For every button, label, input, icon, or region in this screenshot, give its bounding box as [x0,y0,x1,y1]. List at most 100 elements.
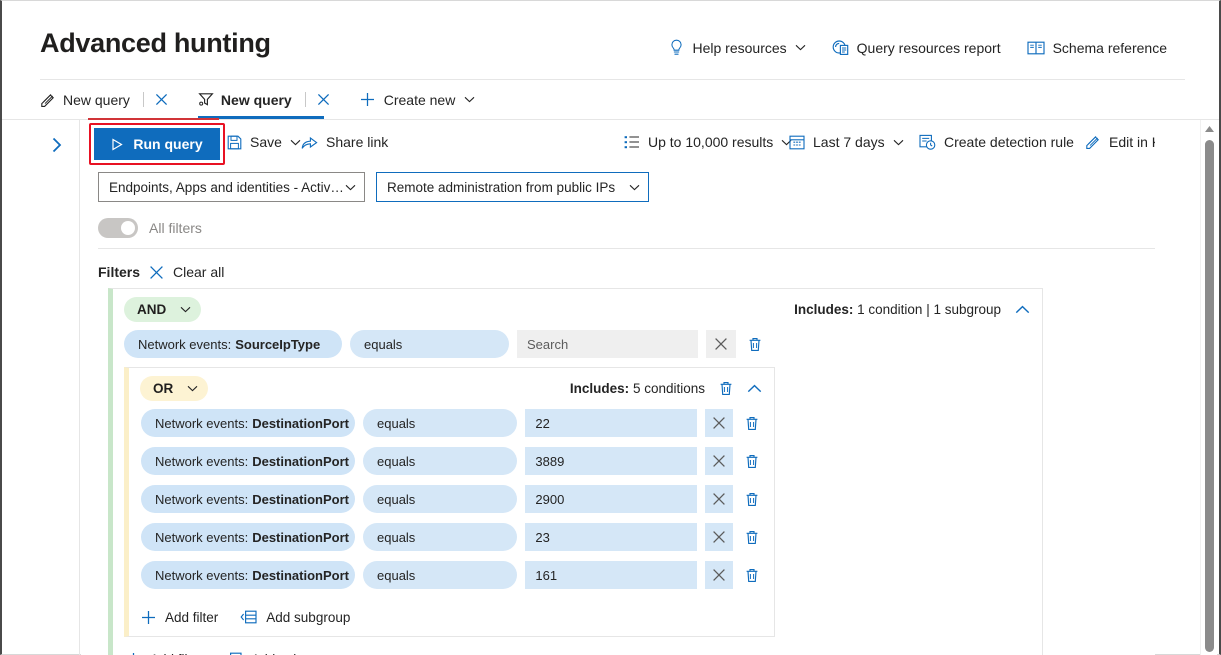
all-filters-label: All filters [149,220,202,236]
chevron-down-icon [187,385,198,392]
delete-condition-trash-icon[interactable] [741,523,762,551]
clear-value-x-icon[interactable] [705,447,734,475]
save-icon [227,135,242,150]
close-icon[interactable] [317,93,330,106]
includes-label: Includes: [570,381,629,396]
clear-value-x-icon[interactable] [705,485,734,513]
field-name: DestinationPort [252,568,349,583]
add-filter-button[interactable]: Add filter [126,652,203,655]
add-filter-label: Add filter [165,610,218,625]
condition-value-input[interactable]: 23 [525,523,696,551]
all-filters-row: All filters [98,218,202,238]
add-filter-label: Add filter [150,652,203,655]
condition-value-input[interactable]: 2900 [525,485,696,513]
condition-field-select[interactable]: Network events: DestinationPort [141,523,355,551]
condition-operator-select[interactable]: equals [363,523,517,551]
condition-operator-select[interactable]: equals [350,330,509,358]
clear-value-x-icon[interactable] [705,561,734,589]
time-range-button[interactable]: Last 7 days [789,134,904,150]
play-icon [111,138,123,151]
list-icon [624,135,640,149]
chevron-down-icon [893,139,904,146]
calendar-icon [789,134,805,150]
condition-operator-select[interactable]: equals [363,485,517,513]
or-group-header: OR Includes: 5 conditions [129,368,774,408]
expand-panel-chevron-right-icon[interactable] [50,135,64,155]
tab-new-query-kql[interactable]: New query [40,80,172,119]
schema-reference-label: Schema reference [1053,40,1167,56]
scrollbar-thumb[interactable] [1205,140,1214,652]
help-resources-button[interactable]: Help resources [669,39,805,56]
all-filters-toggle[interactable] [98,218,138,238]
tab-new-query-builder[interactable]: New query [198,80,334,119]
condition-row: Network events: DestinationPort equals 2… [141,408,762,438]
or-operator-select[interactable]: OR [140,376,208,401]
add-filter-button[interactable]: Add filter [141,610,218,625]
field-prefix: Network events: [138,337,231,352]
condition-operator-select[interactable]: equals [363,409,517,437]
edit-in-kql-label: Edit in KQL [1109,134,1155,150]
save-button[interactable]: Save [227,134,301,150]
edit-in-kql-button[interactable]: Edit in KQL [1085,134,1155,150]
condition-value-input[interactable]: 161 [525,561,696,589]
condition-field-select[interactable]: Network events: DestinationPort [141,409,355,437]
condition-operator-select[interactable]: equals [363,561,517,589]
delete-condition-trash-icon[interactable] [741,485,762,513]
add-subgroup-button[interactable]: Add subgroup [240,610,350,625]
share-icon [301,135,318,150]
and-operator-select[interactable]: AND [124,297,201,322]
header-actions: Help resources Query resources report [669,39,1167,56]
condition-row: Network events: DestinationPort equals 2… [141,484,762,514]
run-query-button[interactable]: Run query [94,128,220,160]
or-group-add-row: Add filter Add subgroup [129,598,774,636]
chevron-down-icon [345,184,356,191]
clear-value-x-icon[interactable] [706,330,736,358]
condition-field-select[interactable]: Network events: SourceIpType [124,330,342,358]
chevron-down-icon [629,184,640,191]
field-name: DestinationPort [252,492,349,507]
tab-divider [143,92,144,107]
chevron-down-icon [464,96,475,103]
operator-label: equals [364,337,402,352]
page-title: Advanced hunting [40,28,271,59]
condition-value-input[interactable]: 3889 [525,447,696,475]
query-resources-report-button[interactable]: Query resources report [832,39,1001,56]
field-prefix: Network events: [155,454,248,469]
chevron-down-icon [795,44,806,51]
collapse-chevron-up-icon[interactable] [1015,305,1030,314]
clear-value-x-icon[interactable] [705,409,734,437]
schema-reference-button[interactable]: Schema reference [1027,40,1167,56]
and-group-add-row: Add filter Add subgroup [113,637,1042,655]
delete-condition-trash-icon[interactable] [741,409,762,437]
data-scope-select[interactable]: Endpoints, Apps and identities - Activit… [98,172,365,202]
delete-subgroup-trash-icon[interactable] [719,381,733,396]
condition-row: Network events: DestinationPort equals 1… [141,560,762,590]
collapse-chevron-up-icon[interactable] [747,384,762,393]
clear-value-x-icon[interactable] [705,523,734,551]
share-link-button[interactable]: Share link [301,134,388,150]
vertical-scrollbar[interactable] [1200,120,1217,655]
tab-label: New query [221,92,292,108]
condition-row: Network events: SourceIpType equals Sear… [124,329,1031,359]
condition-field-select[interactable]: Network events: DestinationPort [141,561,355,589]
scroll-up-arrow-icon[interactable] [1201,122,1218,136]
run-query-highlight: Run query [89,123,225,165]
query-template-select[interactable]: Remote administration from public IPs [376,172,649,202]
clear-all-button[interactable]: Clear all [173,264,224,280]
condition-field-select[interactable]: Network events: DestinationPort [141,447,355,475]
create-detection-rule-button[interactable]: Create detection rule [919,134,1074,150]
add-subgroup-button[interactable]: Add subgroup [225,652,335,655]
create-new-button[interactable]: Create new [360,92,476,108]
results-limit-button[interactable]: Up to 10,000 results [624,134,792,150]
condition-value-input[interactable]: 22 [525,409,696,437]
delete-condition-trash-icon[interactable] [741,561,762,589]
tab-divider [305,92,306,107]
close-icon[interactable] [155,93,168,106]
condition-operator-select[interactable]: equals [363,447,517,475]
condition-value-input[interactable]: Search [517,330,698,358]
field-prefix: Network events: [155,492,248,507]
delete-condition-trash-icon[interactable] [741,447,762,475]
condition-field-select[interactable]: Network events: DestinationPort [141,485,355,513]
clear-all-x-icon[interactable] [149,265,164,280]
delete-condition-trash-icon[interactable] [744,330,766,358]
